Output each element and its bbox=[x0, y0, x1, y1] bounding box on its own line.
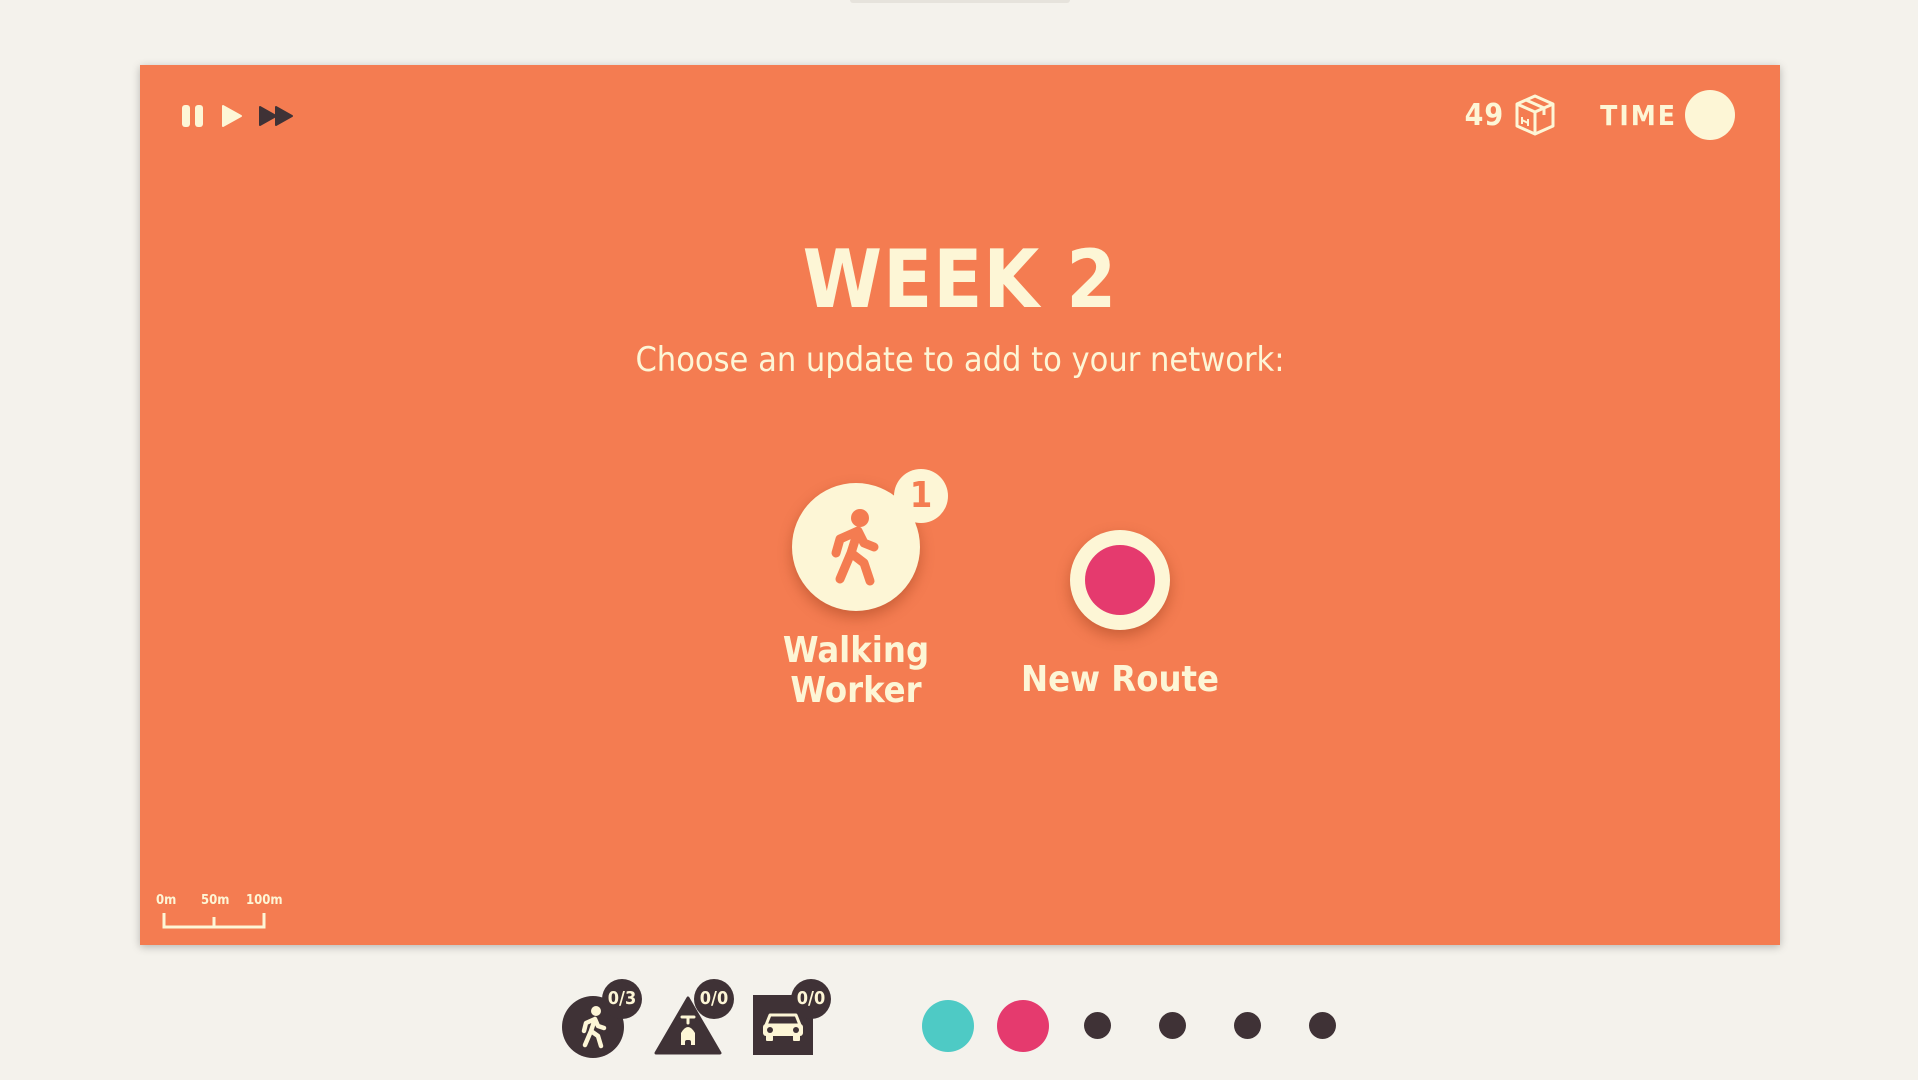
car-vehicle[interactable]: 0/0 bbox=[753, 979, 833, 1065]
walking-worker-circle: 1 bbox=[792, 469, 948, 611]
walking-worker-vehicle[interactable]: 0/3 bbox=[562, 979, 642, 1065]
play-button[interactable] bbox=[220, 103, 244, 129]
new-route-option[interactable]: New Route bbox=[1015, 530, 1225, 700]
fast-forward-icon bbox=[259, 106, 293, 126]
route-line-slot-5[interactable] bbox=[1234, 1012, 1261, 1039]
route-dot-icon bbox=[1085, 545, 1155, 615]
pause-icon bbox=[182, 105, 203, 127]
scale-label-0m: 0m bbox=[156, 893, 177, 908]
car-count: 0/0 bbox=[791, 979, 831, 1019]
fast-forward-button[interactable] bbox=[258, 103, 296, 129]
pause-button[interactable] bbox=[180, 103, 206, 129]
route-line-slot-3[interactable] bbox=[1084, 1012, 1111, 1039]
route-line-slot-6[interactable] bbox=[1309, 1012, 1336, 1039]
new-route-circle bbox=[1070, 530, 1170, 630]
route-line-pink[interactable] bbox=[997, 1000, 1049, 1052]
top-tab bbox=[850, 0, 1070, 3]
scooter-count: 0/0 bbox=[694, 979, 734, 1019]
playback-controls bbox=[180, 103, 296, 129]
play-icon bbox=[222, 105, 242, 127]
week-title: WEEK 2 bbox=[802, 233, 1118, 326]
route-line-slot-4[interactable] bbox=[1159, 1012, 1186, 1039]
walking-worker-label-line2: Worker bbox=[790, 670, 922, 711]
crate-icon bbox=[1514, 93, 1556, 137]
scale-label-50m: 50m bbox=[201, 893, 230, 908]
scale-ruler bbox=[162, 913, 266, 929]
route-line-teal[interactable] bbox=[922, 1000, 974, 1052]
new-route-label: New Route bbox=[1021, 659, 1219, 700]
time-label: TIME bbox=[1600, 98, 1677, 132]
walking-person-icon bbox=[831, 509, 879, 586]
walking-worker-option[interactable]: 1 Walking Worker bbox=[756, 469, 956, 711]
walking-worker-label-line1: Walking bbox=[782, 630, 930, 671]
crate-count: 49 bbox=[1464, 97, 1505, 133]
game-board: 49 TIME WEEK 2 Choose an update to add t… bbox=[140, 65, 1780, 945]
week-subtitle: Choose an update to add to your network: bbox=[635, 340, 1285, 380]
resources-panel: 49 TIME bbox=[1465, 90, 1735, 140]
walking-worker-badge: 1 bbox=[894, 469, 948, 523]
walking-worker-label: Walking Worker bbox=[756, 631, 956, 711]
scale-bar: 0m 50m 100m bbox=[156, 893, 283, 933]
scooter-vehicle[interactable]: 0/0 bbox=[654, 979, 734, 1065]
scale-label-100m: 100m bbox=[246, 893, 283, 908]
walking-worker-count: 0/3 bbox=[602, 979, 642, 1019]
time-dial[interactable] bbox=[1685, 90, 1735, 140]
